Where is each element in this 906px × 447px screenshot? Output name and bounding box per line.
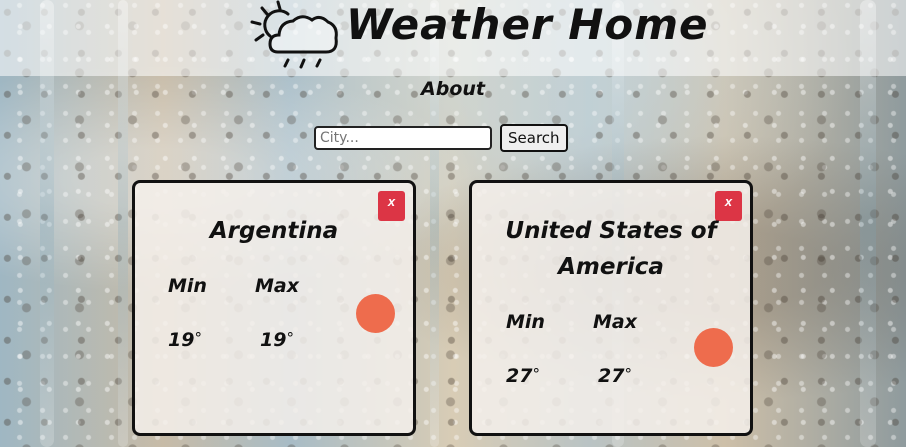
weather-indicator-icon bbox=[694, 328, 733, 367]
site-header: Weather Home bbox=[0, 0, 906, 76]
city-name: Argentina bbox=[209, 218, 339, 244]
min-label: Min bbox=[506, 311, 545, 333]
max-label: Max bbox=[255, 275, 299, 297]
min-temperature: 27° bbox=[506, 365, 540, 387]
max-temperature: 19° bbox=[260, 329, 294, 351]
nav-about-link[interactable]: About bbox=[0, 76, 906, 102]
min-temperature: 19° bbox=[168, 329, 202, 351]
site-title: Weather Home bbox=[346, 0, 709, 49]
max-label: Max bbox=[593, 311, 637, 333]
weather-card: x Argentina Min Max 19° 19° bbox=[132, 180, 416, 436]
max-temperature: 27° bbox=[598, 365, 632, 387]
city-search-input[interactable] bbox=[314, 126, 492, 150]
city-name: United States of America bbox=[505, 218, 717, 280]
cloud-sun-rain-icon bbox=[250, 0, 338, 69]
search-bar: Search bbox=[314, 124, 568, 152]
weather-indicator-icon bbox=[356, 294, 395, 333]
min-label: Min bbox=[168, 275, 207, 297]
weather-card: x United States of America Min Max 27° 2… bbox=[469, 180, 753, 436]
search-button[interactable]: Search bbox=[500, 124, 568, 152]
